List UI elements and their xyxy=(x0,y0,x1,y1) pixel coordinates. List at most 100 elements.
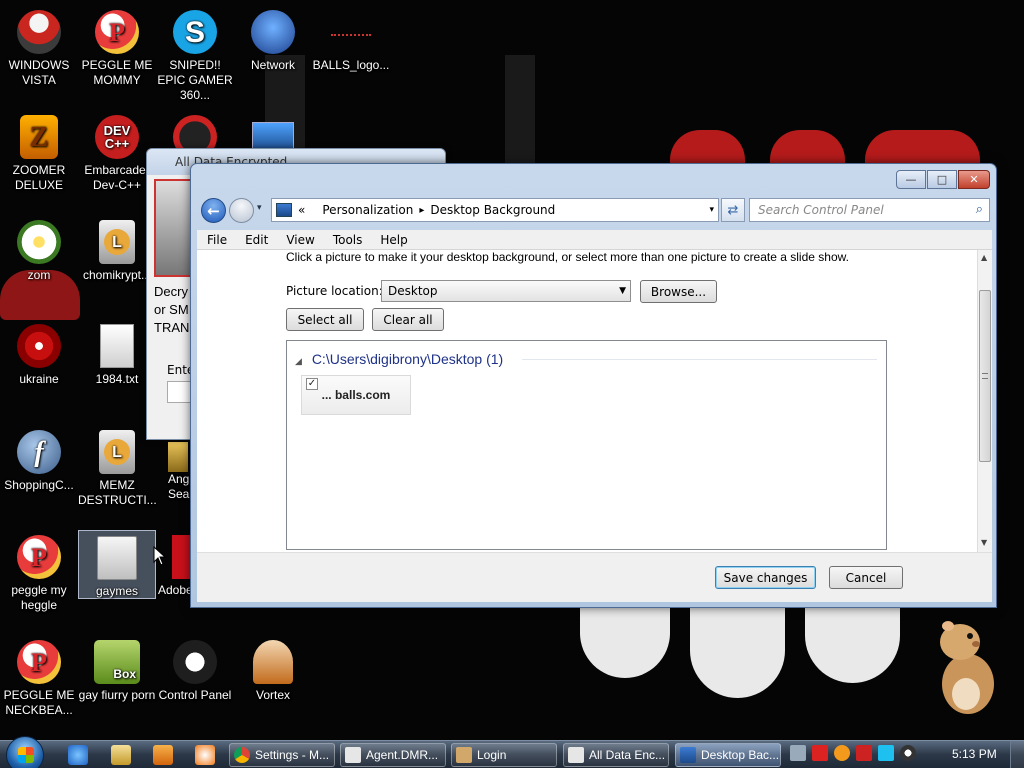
desktop-icon-label: Network xyxy=(250,58,295,72)
scroll-down-arrow[interactable]: ▼ xyxy=(981,538,987,547)
desktop-icon-label: PEGGLE ME MOMMY xyxy=(81,58,153,87)
ransom-photo xyxy=(154,179,194,277)
refresh-button[interactable]: ⇄ xyxy=(721,198,745,222)
vortex-icon xyxy=(253,640,293,684)
show-desktop-button[interactable] xyxy=(1010,741,1024,768)
desktop-icon-label: Control Panel xyxy=(158,688,232,702)
desktop-icon-memz[interactable]: L MEMZ DESTRUCTI... xyxy=(78,428,157,508)
tray-icon[interactable] xyxy=(790,745,806,761)
desktop-icon-vortex[interactable]: Vortex xyxy=(234,638,312,703)
desktop-icon-ukraine[interactable]: ukraine xyxy=(0,322,78,387)
cancel-button[interactable]: Cancel xyxy=(829,566,903,589)
desktop-icon-zoomer-deluxe[interactable]: Z ZOOMER DELUXE xyxy=(0,113,78,193)
task-desktop-background[interactable]: Desktop Bac... xyxy=(675,743,781,767)
monitor-icon[interactable] xyxy=(878,745,894,761)
scroll-up-arrow[interactable]: ▲ xyxy=(981,253,987,262)
desktop-icon-label: MEMZ DESTRUCTI... xyxy=(78,478,157,507)
minimize-button[interactable]: — xyxy=(896,170,926,189)
address-bar[interactable]: « ▸ Personalization ▸ Desktop Background… xyxy=(271,198,719,222)
search-input[interactable]: Search Control Panel ⌕ xyxy=(749,198,990,222)
task-all-data-encrypted[interactable]: All Data Enc... xyxy=(563,743,669,767)
flash-icon: f xyxy=(17,430,61,474)
desktop-icon-label: peggle my heggle xyxy=(11,583,67,612)
desktop-icon-windows-vista[interactable]: WINDOWS VISTA xyxy=(0,8,78,88)
desktop-icon-balls-logo[interactable]: BALLS_logo... xyxy=(312,8,390,73)
desktop-icon-label: WINDOWS VISTA xyxy=(8,58,70,87)
task-login[interactable]: Login xyxy=(451,743,557,767)
media-player-icon[interactable] xyxy=(153,745,173,765)
desktop-icon-1984-txt[interactable]: 1984.txt xyxy=(78,322,156,387)
tray-icon[interactable] xyxy=(834,745,850,761)
flower-icon xyxy=(17,220,61,264)
paint-icon[interactable] xyxy=(195,745,215,765)
ie-icon[interactable] xyxy=(68,745,88,765)
window-icon xyxy=(568,747,584,763)
box-icon: Box xyxy=(94,640,140,684)
start-button[interactable] xyxy=(6,736,44,768)
peggle-icon: P xyxy=(17,535,61,579)
browse-button[interactable]: Browse... xyxy=(640,280,717,303)
picture-location-select[interactable]: Desktop ▼ xyxy=(381,280,631,302)
tray-icon[interactable] xyxy=(812,745,828,761)
task-settings[interactable]: Settings - M... xyxy=(229,743,335,767)
wallpaper-shape xyxy=(690,608,785,698)
zoomer-icon: Z xyxy=(20,115,58,159)
skype-icon: S xyxy=(173,10,217,54)
address-dropdown-icon[interactable]: ▾ xyxy=(709,205,714,215)
task-label: All Data Enc... xyxy=(589,748,666,762)
desktop-icon-dev-cpp[interactable]: DEV C++ Embarcader Dev-C++ xyxy=(78,113,156,193)
game-icon xyxy=(168,442,188,472)
breadcrumb-personalization[interactable]: Personalization xyxy=(322,203,413,217)
picture-gallery[interactable]: ◢ C:\Users\digibrony\Desktop (1) ... bal… xyxy=(286,340,887,550)
save-changes-button[interactable]: Save changes xyxy=(715,566,816,589)
flag-icon[interactable] xyxy=(856,745,872,761)
desktop-icon-network[interactable]: Network xyxy=(234,8,312,73)
scrollbar-thumb[interactable] xyxy=(979,290,991,462)
desktop-icon-peggle-neckbeard[interactable]: P PEGGLE ME NECKBEA... xyxy=(0,638,78,718)
menu-edit[interactable]: Edit xyxy=(245,233,268,247)
desktop-icon-shopping[interactable]: f ShoppingC... xyxy=(0,428,78,493)
breadcrumb-chevron[interactable]: « xyxy=(298,203,305,217)
forward-button[interactable] xyxy=(229,198,254,223)
breadcrumb-separator[interactable]: ▸ xyxy=(419,205,424,216)
menu-view[interactable]: View xyxy=(286,233,314,247)
desktop-icon-chomikrypt[interactable]: L chomikrypt... xyxy=(78,218,156,283)
back-button[interactable]: ← xyxy=(201,198,226,223)
maximize-button[interactable]: □ xyxy=(927,170,957,189)
clock[interactable]: 5:13 PM xyxy=(952,747,997,761)
picture-location-value: Desktop xyxy=(388,284,438,298)
volume-icon[interactable] xyxy=(900,745,916,761)
desktop-icon-control-panel[interactable]: Control Panel xyxy=(156,638,234,703)
group-divider xyxy=(522,359,877,360)
select-all-button[interactable]: Select all xyxy=(286,308,364,331)
recent-pages-dropdown[interactable]: ▾ xyxy=(257,203,262,213)
breadcrumb-desktop-background[interactable]: Desktop Background xyxy=(430,203,555,217)
collapse-group-icon[interactable]: ◢ xyxy=(295,356,302,366)
desktop-icon-box[interactable]: Box gay fiurry porn xyxy=(78,638,156,703)
explorer-icon[interactable] xyxy=(111,745,131,765)
clear-all-button[interactable]: Clear all xyxy=(372,308,444,331)
desktop-icon-sniped[interactable]: S SNIPED!! EPIC GAMER 360... xyxy=(156,8,234,103)
wallpaper-shape xyxy=(805,608,900,683)
vertical-scrollbar[interactable]: ▲ ▼ xyxy=(977,250,992,552)
radiation-icon xyxy=(17,324,61,368)
desktop-icon-zom[interactable]: zom xyxy=(0,218,78,283)
taskbar: Settings - M... Agent.DMR... Login All D… xyxy=(0,736,1024,768)
picture-thumbnail[interactable]: ... balls.com ✓ xyxy=(301,375,411,415)
search-icon[interactable]: ⌕ xyxy=(976,202,983,217)
content-pane: Click a picture to make it your desktop … xyxy=(197,250,977,552)
menu-help[interactable]: Help xyxy=(380,233,407,247)
desktop-background-window[interactable]: — □ ✕ ← ▾ « ▸ Personalization ▸ Desktop … xyxy=(190,163,997,608)
menu-tools[interactable]: Tools xyxy=(333,233,363,247)
desktop-icon-peggle-me-mommy[interactable]: P PEGGLE ME MOMMY xyxy=(78,8,156,88)
navigation-bar: ← ▾ « ▸ Personalization ▸ Desktop Backgr… xyxy=(197,196,992,224)
desktop-icon-gaymes[interactable]: gaymes xyxy=(78,530,156,599)
group-header[interactable]: ◢ C:\Users\digibrony\Desktop (1) xyxy=(295,351,503,367)
picture-checkbox[interactable]: ✓ xyxy=(306,378,318,390)
close-button[interactable]: ✕ xyxy=(958,170,990,189)
desktop-icon-peggle-my-heggle[interactable]: P peggle my heggle xyxy=(0,533,78,613)
task-agent-dmr[interactable]: Agent.DMR... xyxy=(340,743,446,767)
window-icon xyxy=(345,747,361,763)
menu-file[interactable]: File xyxy=(207,233,227,247)
caption-buttons: — □ ✕ xyxy=(896,170,990,189)
